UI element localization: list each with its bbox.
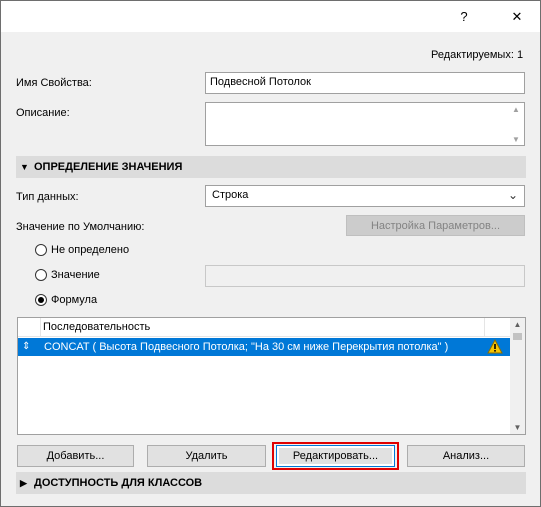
radio-formula-label: Формула (51, 294, 98, 306)
close-button[interactable]: ✕ (494, 1, 540, 32)
scroll-up-icon[interactable]: ▲ (509, 105, 523, 114)
list-header: Последовательность (18, 318, 525, 337)
description-scrollbar[interactable]: ▲ ▼ (509, 104, 523, 145)
section-availability-header[interactable]: ▶ ДОСТУПНОСТЬ ДЛЯ КЛАССОВ (16, 472, 526, 494)
help-icon: ? (460, 9, 468, 24)
drag-handle-icon[interactable]: ⇕ (22, 339, 30, 355)
radio-value-label: Значение (51, 269, 100, 281)
close-icon: ✕ (511, 8, 523, 24)
default-value-label: Значение по Умолчанию: (16, 221, 145, 233)
radio-undefined[interactable]: Не определено (35, 244, 129, 256)
collapse-triangle-icon: ▼ (20, 162, 29, 172)
scroll-thumb[interactable] (513, 333, 522, 340)
title-bar: ? ✕ (1, 1, 540, 32)
section-availability-title: ДОСТУПНОСТЬ ДЛЯ КЛАССОВ (34, 477, 203, 489)
section-definition-header[interactable]: ▼ ОПРЕДЕЛЕНИЕ ЗНАЧЕНИЯ (16, 156, 526, 178)
data-type-label: Тип данных: (16, 191, 79, 203)
list-scrollbar[interactable]: ▲ ▼ (510, 318, 525, 434)
analyze-button[interactable]: Анализ... (407, 445, 525, 467)
list-item[interactable]: ⇕ CONCAT ( Высота Подвесного Потолка; "Н… (18, 338, 510, 356)
edit-button[interactable]: Редактировать... (276, 445, 395, 467)
add-button[interactable]: Добавить... (17, 445, 134, 467)
list-item-text: CONCAT ( Высота Подвесного Потолка; "На … (44, 341, 449, 353)
description-input[interactable]: ▲ ▼ (205, 102, 525, 146)
property-name-input[interactable]: Подвесной Потолок (205, 72, 525, 94)
data-type-value: Строка (212, 189, 249, 201)
editable-count: Редактируемых: 1 (431, 49, 524, 61)
property-name-label: Имя Свойства: (16, 77, 92, 89)
property-dialog: ? ✕ Редактируемых: 1 Имя Свойства: Подве… (0, 0, 541, 507)
scroll-up-icon[interactable]: ▲ (510, 320, 525, 329)
delete-button[interactable]: Удалить (147, 445, 266, 467)
section-definition-title: ОПРЕДЕЛЕНИЕ ЗНАЧЕНИЯ (34, 161, 183, 173)
radio-value[interactable]: Значение (35, 269, 100, 281)
warning-icon (487, 338, 503, 357)
radio-undefined-label: Не определено (51, 244, 130, 256)
scroll-down-icon[interactable]: ▼ (510, 423, 525, 432)
value-input[interactable] (205, 265, 525, 287)
list-header-status[interactable] (484, 318, 509, 337)
chevron-down-icon: ⌄ (507, 188, 518, 202)
radio-selected-icon (35, 294, 47, 306)
formula-list[interactable]: Последовательность ⇕ CONCAT ( Высота Под… (17, 317, 526, 435)
help-button[interactable]: ? (441, 1, 487, 32)
radio-formula[interactable]: Формула (35, 294, 97, 306)
radio-circle-icon (35, 244, 47, 256)
data-type-select[interactable]: Строка ⌄ (205, 185, 525, 207)
scroll-down-icon[interactable]: ▼ (509, 135, 523, 144)
description-label: Описание: (16, 107, 70, 119)
list-header-sequence[interactable]: Последовательность (40, 318, 484, 337)
radio-circle-icon (35, 269, 47, 281)
params-settings-button[interactable]: Настройка Параметров... (346, 215, 525, 236)
expand-triangle-icon: ▶ (20, 477, 27, 488)
